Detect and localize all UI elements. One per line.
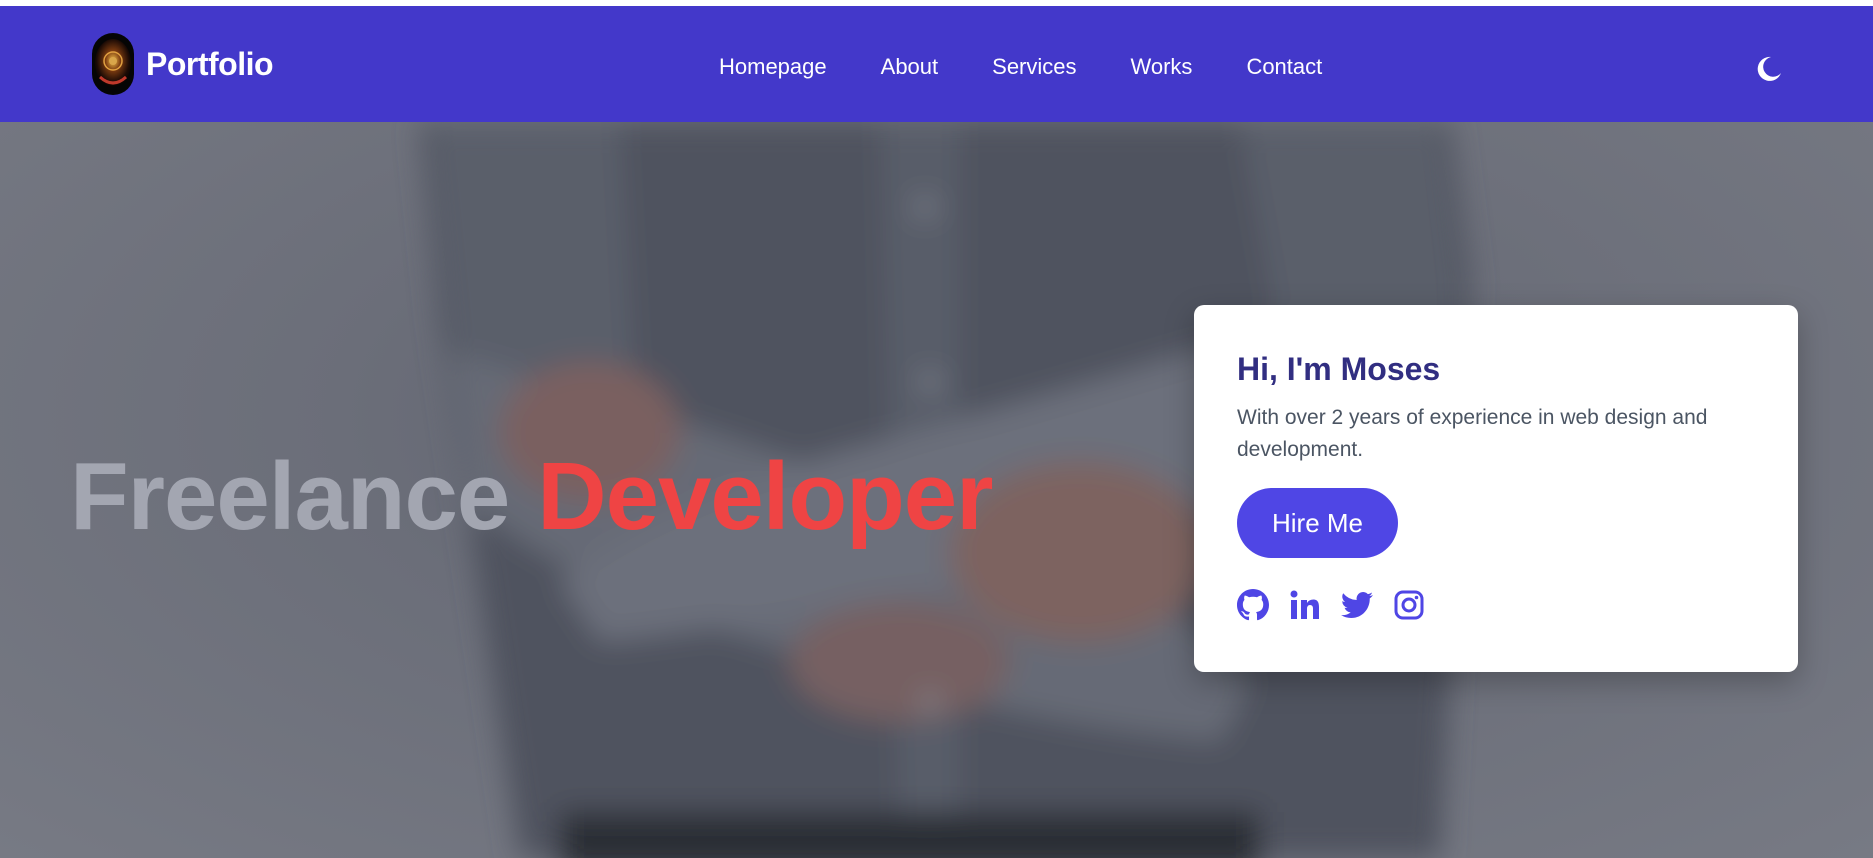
brand-name: Portfolio (146, 45, 274, 82)
instagram-icon (1394, 590, 1424, 620)
intro-description: With over 2 years of experience in web d… (1237, 406, 1708, 461)
social-links (1237, 589, 1445, 621)
twitter-icon (1341, 592, 1373, 619)
linkedin-icon (1290, 590, 1319, 619)
nav-homepage[interactable]: Homepage (719, 54, 827, 80)
github-icon (1237, 589, 1269, 621)
hero-headline: Freelance Developer (70, 442, 993, 552)
nav-works[interactable]: Works (1131, 54, 1193, 80)
theme-toggle-button[interactable] (1754, 54, 1784, 84)
intro-card: Hi, I'm Moses With over 2 years of exper… (1194, 305, 1798, 672)
twitter-link[interactable] (1341, 589, 1373, 621)
github-link[interactable] (1237, 589, 1269, 621)
main-nav: Homepage About Services Works Contact (719, 54, 1376, 80)
headline-word-developer: Developer (537, 443, 993, 550)
linkedin-link[interactable] (1289, 589, 1321, 621)
headline-word-freelance: Freelance (70, 443, 510, 550)
brand-home-link[interactable]: Portfolio (92, 33, 274, 95)
nav-services[interactable]: Services (992, 54, 1076, 80)
camera-lens-logo (92, 33, 134, 95)
instagram-link[interactable] (1393, 589, 1425, 621)
hire-me-button[interactable]: Hire Me (1237, 488, 1398, 558)
intro-title: Hi, I'm Moses (1237, 351, 1441, 387)
navbar: Portfolio Homepage About Services Works … (0, 6, 1873, 122)
nav-contact[interactable]: Contact (1246, 54, 1322, 80)
nav-about[interactable]: About (881, 54, 939, 80)
moon-icon (1757, 56, 1781, 81)
